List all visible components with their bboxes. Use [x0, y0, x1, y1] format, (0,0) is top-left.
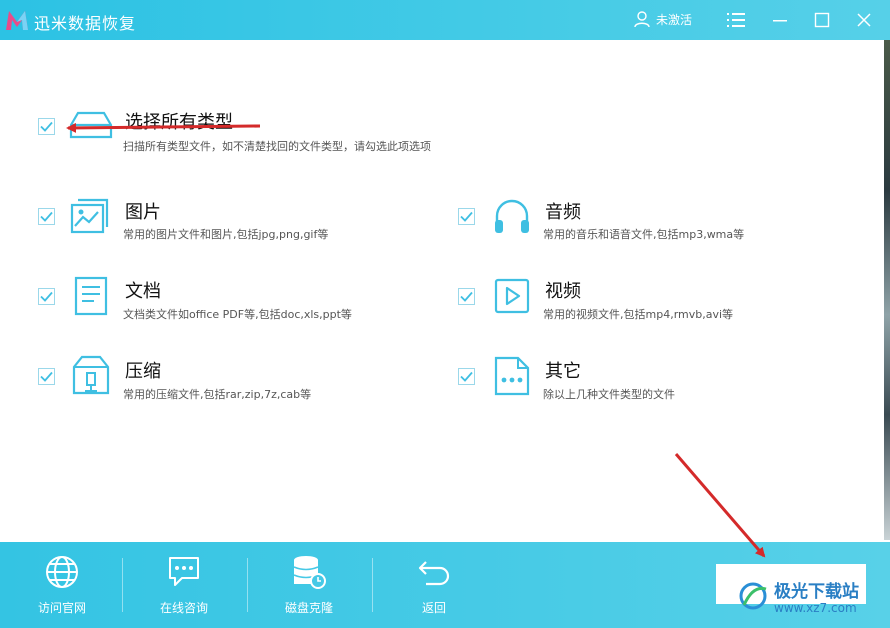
menu-button[interactable]	[724, 8, 748, 32]
archive-type-title: 压缩	[125, 361, 161, 382]
audio-type-desc: 常用的音乐和语音文件,包括mp3,wma等	[543, 228, 745, 241]
document-type-checkbox[interactable]	[38, 288, 55, 305]
background-window-edge	[884, 40, 890, 540]
back-icon	[418, 561, 450, 586]
close-icon	[857, 13, 871, 27]
other-type-desc: 除以上几种文件类型的文件	[543, 388, 675, 401]
chat-icon	[169, 557, 199, 586]
checkmark-icon	[40, 371, 53, 382]
maximize-button[interactable]	[810, 8, 834, 32]
disk-clone-label: 磁盘克隆	[284, 601, 333, 615]
back-button[interactable]: 返回	[372, 542, 496, 628]
video-type-title: 视频	[545, 281, 581, 302]
online-consult-button[interactable]: 在线咨询	[122, 542, 246, 628]
title-bar: 迅米数据恢复 未激活	[0, 0, 890, 40]
other-type-checkbox[interactable]	[458, 368, 475, 385]
close-button[interactable]	[852, 8, 876, 32]
video-type-checkbox[interactable]	[458, 288, 475, 305]
archive-icon	[72, 355, 110, 395]
archive-type-checkbox[interactable]	[38, 368, 55, 385]
archive-type-desc: 常用的压缩文件,包括rar,zip,7z,cab等	[123, 388, 312, 401]
image-type-checkbox[interactable]	[38, 208, 55, 225]
image-icon	[70, 198, 109, 234]
select-all-title: 选择所有类型	[125, 112, 233, 133]
menu-icon	[727, 13, 745, 27]
globe-icon	[46, 556, 78, 588]
document-icon	[74, 276, 108, 316]
minimize-icon	[773, 20, 787, 22]
audio-type-title: 音频	[545, 202, 581, 223]
image-type-title: 图片	[125, 202, 161, 223]
document-type-desc: 文档类文件如office PDF等,包括doc,xls,ppt等	[123, 308, 352, 321]
online-consult-label: 在线咨询	[159, 601, 208, 615]
disk-clone-icon	[293, 556, 326, 589]
account-status-label: 未激活	[656, 12, 693, 27]
checkmark-icon	[40, 291, 53, 302]
video-type-desc: 常用的视频文件,包括mp4,rmvb,avi等	[543, 308, 734, 321]
site-watermark: 极光下载站 www.xz7.com	[736, 575, 886, 625]
watermark-logo-icon	[739, 582, 767, 610]
watermark-title: 极光下载站	[774, 582, 859, 602]
document-type-title: 文档	[125, 281, 161, 302]
video-icon	[494, 278, 530, 314]
checkmark-icon	[460, 371, 473, 382]
other-file-icon	[494, 356, 530, 396]
app-title: 迅米数据恢复	[34, 14, 137, 33]
all-types-drive-icon	[69, 111, 113, 139]
image-type-desc: 常用的图片文件和图片,包括jpg,png,gif等	[123, 228, 329, 241]
visit-website-button[interactable]: 访问官网	[0, 542, 124, 628]
checkmark-icon	[460, 291, 473, 302]
select-all-desc: 扫描所有类型文件，如不清楚找回的文件类型，请勾选此项选项	[123, 140, 431, 153]
app-logo-icon	[6, 11, 28, 30]
checkmark-icon	[40, 121, 53, 132]
audio-type-checkbox[interactable]	[458, 208, 475, 225]
back-label: 返回	[421, 601, 446, 615]
other-type-title: 其它	[545, 361, 581, 382]
select-all-checkbox[interactable]	[38, 118, 55, 135]
annotation-arrow-scan-area	[674, 453, 766, 558]
checkmark-icon	[40, 211, 53, 222]
watermark-url: www.xz7.com	[774, 601, 857, 615]
visit-website-label: 访问官网	[37, 601, 86, 615]
headphones-icon	[495, 199, 529, 233]
checkmark-icon	[460, 211, 473, 222]
disk-clone-button[interactable]: 磁盘克隆	[247, 542, 371, 628]
account-button[interactable]: 未激活	[634, 10, 692, 28]
minimize-button[interactable]	[768, 8, 792, 32]
user-icon	[634, 11, 650, 28]
maximize-icon	[814, 12, 830, 28]
